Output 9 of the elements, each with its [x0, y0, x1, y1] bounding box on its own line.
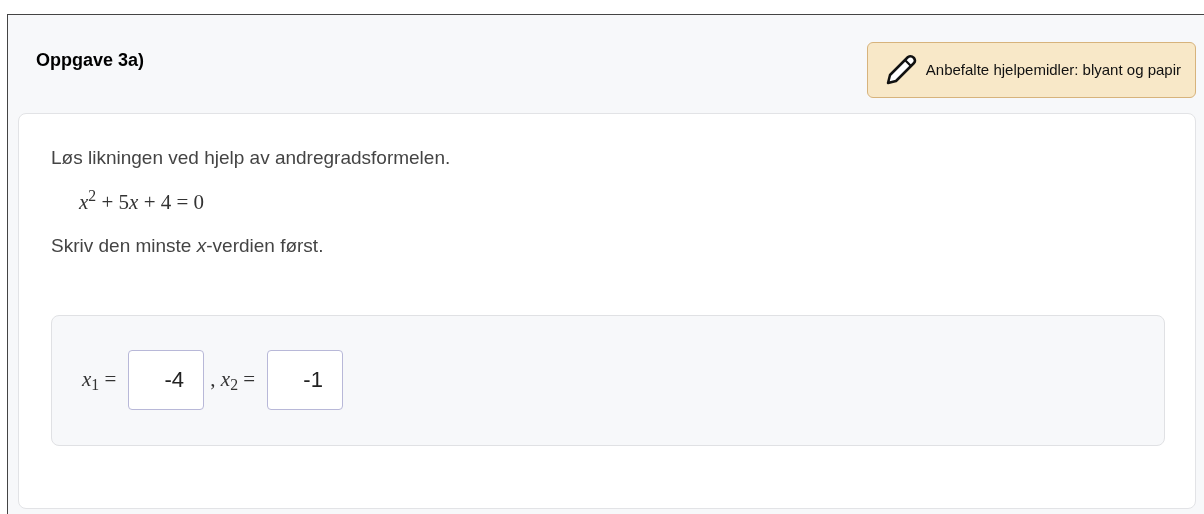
equation: x$^{2}$ + 5x + 4 = 0 [79, 189, 205, 214]
answer-field[interactable]: -4 [128, 350, 205, 410]
answer-label: , x$_{2}$ = [210, 366, 256, 396]
answer-field[interactable]: -1 [267, 350, 344, 410]
question-prompt: Løs likningen ved hjelp av andregradsformelen. [51, 146, 452, 170]
instruction-text: Skriv den minste x-verdien først. [51, 234, 325, 258]
task-title: Oppgave 3a) [36, 48, 145, 72]
answer-label: x$_{1}$ = [82, 366, 117, 396]
aid-text: Anbefalte hjelpemidler: blyant og papir [925, 59, 1181, 80]
